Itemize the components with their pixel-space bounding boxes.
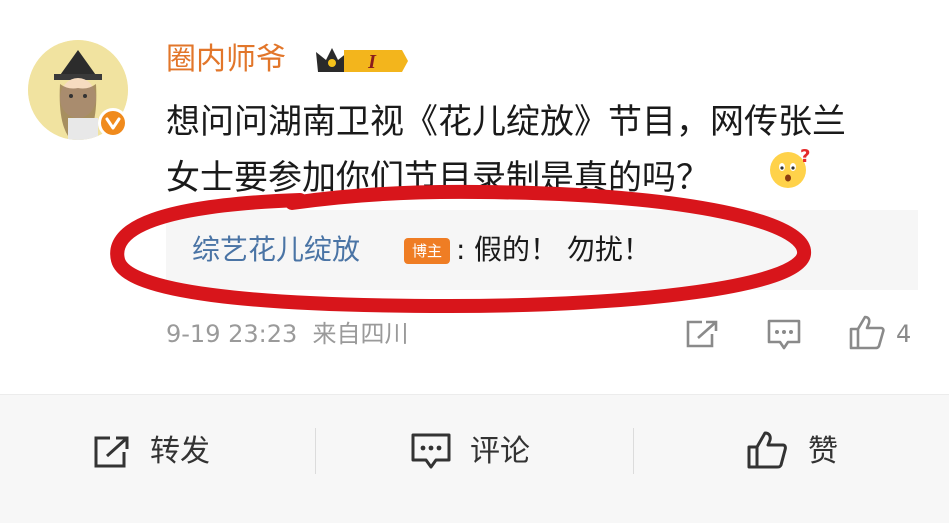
like-bar-icon[interactable]: [746, 430, 788, 474]
like-icon[interactable]: [848, 314, 886, 354]
repost-button[interactable]: 转发: [150, 430, 210, 474]
comment-bar-icon[interactable]: [410, 432, 452, 476]
divider: [315, 428, 316, 474]
comment-icon[interactable]: [766, 318, 802, 356]
repost-icon[interactable]: [684, 318, 720, 354]
like-button[interactable]: 赞: [808, 430, 838, 474]
like-count: 4: [896, 320, 912, 348]
post-source: 来自四川: [312, 320, 409, 348]
comment-button[interactable]: 评论: [470, 430, 530, 474]
repost-bar-icon[interactable]: [92, 434, 132, 474]
post-time: 9-19 23:23: [166, 320, 298, 348]
divider: [633, 428, 634, 474]
post-meta: 9-19 23:23 来自四川: [166, 314, 409, 354]
